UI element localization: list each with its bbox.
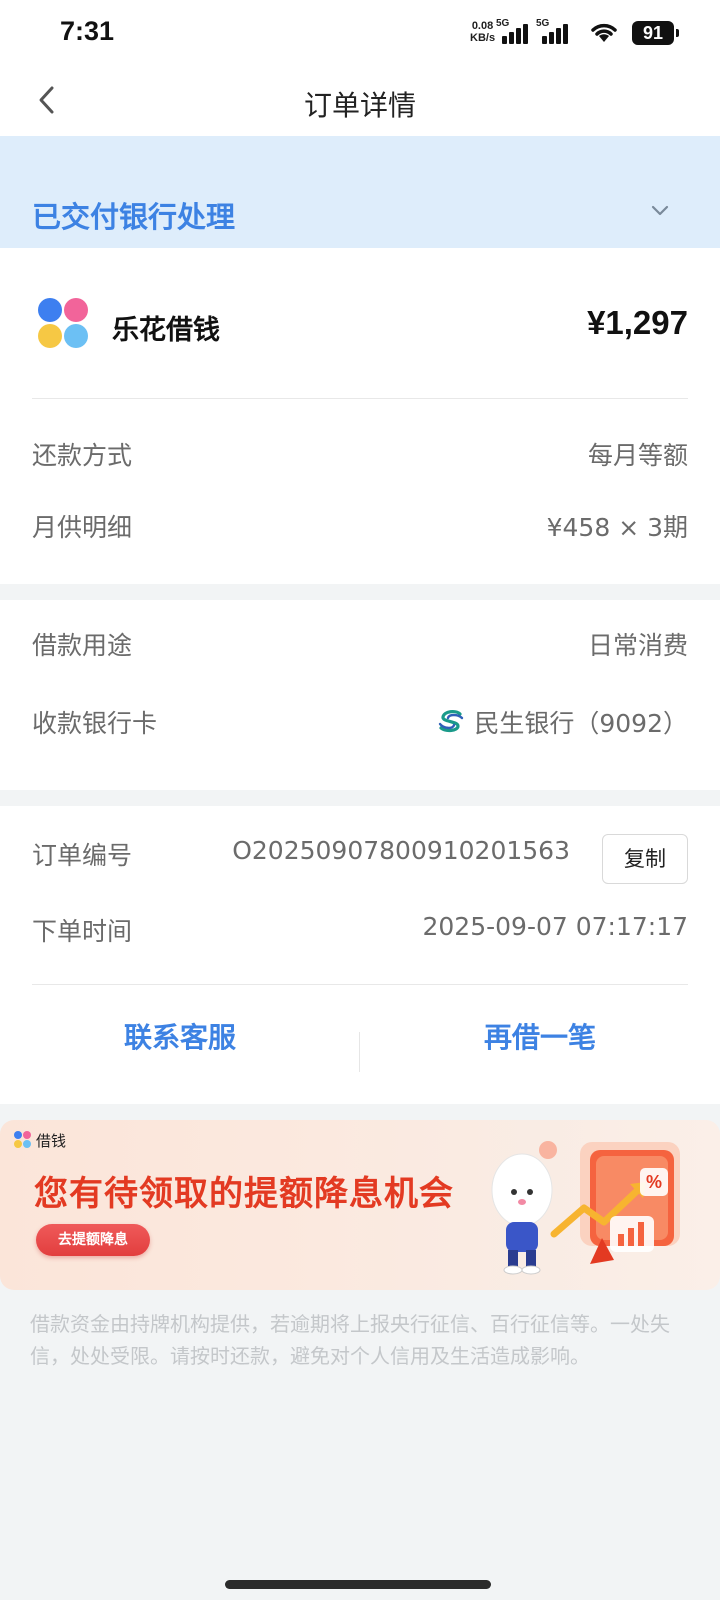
loan-purpose-value: 日常消费 bbox=[587, 631, 688, 660]
order-number-value: O20250907800910201563 bbox=[232, 836, 570, 865]
promo-illustration: % bbox=[491, 1141, 680, 1275]
nav-bar: 订单详情 bbox=[0, 66, 720, 136]
loan-summary-card: 乐花借钱 ¥1,297 还款方式 每月等额 月供明细 ¥458 × 3期 bbox=[0, 248, 720, 584]
borrow-again-button[interactable]: 再借一笔 bbox=[360, 1016, 720, 1056]
loan-purpose-label: 借款用途 bbox=[32, 631, 133, 660]
wifi-icon bbox=[591, 23, 617, 42]
promo-brand-label: 借钱 bbox=[36, 1132, 67, 1150]
loan-info-card: 借款用途 日常消费 收款银行卡 民生银行（9092） bbox=[0, 600, 720, 790]
home-indicator[interactable] bbox=[225, 1580, 491, 1589]
status-bar: 7:31 0.08 KB/s 5G 5G 91 bbox=[0, 0, 720, 66]
order-status-banner[interactable]: 已交付银行处理 bbox=[0, 136, 720, 248]
bank-card-value: 民生银行（9092） bbox=[474, 709, 688, 738]
signal-icon-sim1: 5G bbox=[496, 18, 532, 44]
bank-card-value-row: 民生银行（9092） bbox=[436, 704, 688, 740]
status-time: 7:31 bbox=[60, 16, 115, 46]
order-time-label: 下单时间 bbox=[32, 917, 133, 946]
network-speed-value: 0.08 bbox=[471, 20, 494, 32]
promo-banner[interactable]: 借钱 您有待领取的提额降息机会 去提额降息 % bbox=[0, 1120, 720, 1290]
repayment-method-value: 每月等额 bbox=[587, 441, 688, 470]
promo-brand: 借钱 bbox=[14, 1130, 66, 1151]
order-number-label: 订单编号 bbox=[32, 841, 133, 870]
chevron-down-icon[interactable] bbox=[648, 198, 672, 222]
bank-card-label: 收款银行卡 bbox=[32, 709, 158, 738]
battery-icon: 91 bbox=[632, 21, 679, 45]
copy-button[interactable]: 复制 bbox=[602, 834, 688, 884]
repayment-method-label: 还款方式 bbox=[32, 441, 133, 470]
lehua-mini-logo-icon bbox=[14, 1131, 32, 1149]
loan-amount: ¥1,297 bbox=[587, 304, 688, 341]
monthly-detail-label: 月供明细 bbox=[32, 513, 133, 542]
divider bbox=[32, 984, 688, 985]
order-status-label: 已交付银行处理 bbox=[32, 200, 236, 234]
monthly-detail-value: ¥458 × 3期 bbox=[546, 513, 688, 542]
contact-service-button[interactable]: 联系客服 bbox=[0, 1016, 360, 1056]
network-speed-unit: KB/s bbox=[470, 32, 496, 44]
sim2-label: 5G bbox=[536, 18, 550, 29]
percent-symbol: % bbox=[646, 1172, 662, 1192]
disclaimer-text: 借款资金由持牌机构提供，若逾期将上报央行征信、百行征信等。一处失信，处处受限。请… bbox=[30, 1312, 670, 1368]
promo-cta-button[interactable]: 去提额降息 bbox=[36, 1224, 150, 1256]
signal-icon-sim2: 5G bbox=[536, 18, 572, 44]
promo-headline: 您有待领取的提额降息机会 bbox=[34, 1174, 454, 1214]
sim1-label: 5G bbox=[496, 18, 510, 29]
network-speed: 0.08 KB/s bbox=[470, 20, 495, 44]
order-time-value: 2025-09-07 07:17:17 bbox=[422, 912, 688, 941]
order-info-card: 订单编号 O20250907800910201563 复制 下单时间 2025-… bbox=[0, 806, 720, 1104]
product-name: 乐花借钱 bbox=[112, 315, 220, 346]
divider bbox=[32, 398, 688, 399]
lehua-logo-icon bbox=[38, 298, 90, 350]
page-title: 订单详情 bbox=[303, 89, 416, 122]
cmbc-bank-icon bbox=[439, 710, 464, 733]
